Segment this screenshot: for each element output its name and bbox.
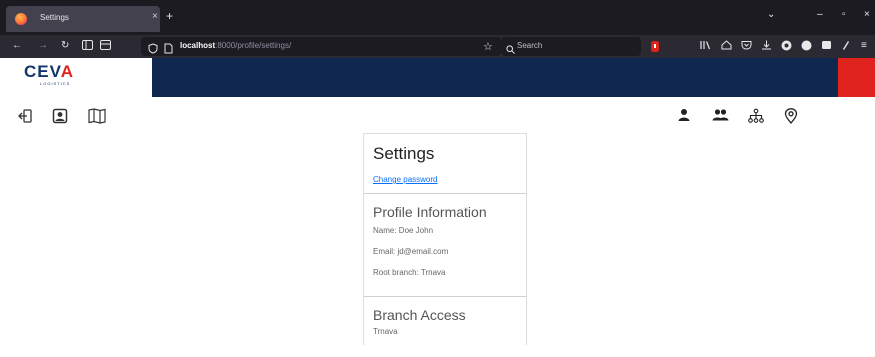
window-close-icon[interactable]: ×: [864, 9, 870, 20]
page-icon[interactable]: [164, 41, 173, 59]
settings-card: Settings Change password Profile Informa…: [363, 133, 527, 345]
restore-icon[interactable]: ▫: [842, 9, 846, 20]
account-icon[interactable]: [781, 40, 792, 55]
users-icon[interactable]: [712, 108, 729, 124]
hierarchy-icon[interactable]: [748, 108, 764, 124]
bookmark-star-icon[interactable]: ☆: [483, 40, 493, 53]
profile-information-heading: Profile Information: [373, 204, 487, 220]
sidebar-icon[interactable]: [82, 40, 93, 54]
tab-title: Settings: [40, 13, 69, 22]
library-icon[interactable]: [700, 40, 711, 54]
map-icon[interactable]: [88, 108, 106, 124]
logout-icon[interactable]: [17, 108, 33, 124]
list-all-tabs-icon[interactable]: ⌄: [767, 9, 775, 20]
logo-text-a: CEV: [24, 62, 61, 81]
profile-email: Email: jd@email.com: [373, 247, 449, 256]
branch-access-heading: Branch Access: [373, 307, 466, 323]
minimize-icon[interactable]: –: [817, 9, 823, 20]
shield-icon[interactable]: [148, 41, 158, 59]
branch-access-section: Branch Access Trnava: [364, 297, 526, 357]
browser-tab-bar: Settings × + ⌄ – ▫ ×: [0, 0, 875, 35]
profile-icon[interactable]: [52, 108, 68, 124]
extension-square-icon[interactable]: [821, 40, 832, 54]
settings-section: Settings Change password: [364, 134, 526, 194]
tab-close-icon[interactable]: ×: [152, 11, 158, 22]
new-tab-button[interactable]: +: [166, 9, 173, 23]
logo-subtitle: LOGISTICS: [40, 81, 71, 86]
search-icon: [506, 41, 515, 59]
profile-name: Name: Doe John: [373, 226, 434, 235]
site-header: CEVA LOGISTICS: [0, 58, 875, 97]
settings-title: Settings: [373, 144, 435, 163]
header-accent: [838, 58, 875, 97]
back-icon[interactable]: ←: [12, 40, 22, 52]
tab-manager-icon[interactable]: [100, 40, 111, 54]
search-placeholder: Search: [517, 41, 543, 50]
extension-circle-icon[interactable]: [801, 40, 812, 55]
browser-nav-bar: ← → ↻ localhost:8000/profile/settings/ ☆…: [0, 35, 875, 58]
profile-information-section: Profile Information Name: Doe John Email…: [364, 194, 526, 297]
home-icon[interactable]: [721, 40, 732, 54]
forward-icon[interactable]: →: [38, 40, 48, 52]
firefox-icon: [15, 13, 27, 25]
branch-item: Trnava: [373, 327, 398, 336]
profile-root-branch: Root branch: Trnava: [373, 268, 446, 277]
search-bar[interactable]: Search: [501, 37, 641, 56]
extension-red-icon[interactable]: [651, 41, 659, 56]
change-password-link[interactable]: Change password: [373, 175, 437, 184]
header-banner: [152, 58, 838, 97]
url-text[interactable]: localhost:8000/profile/settings/: [180, 41, 291, 50]
ceva-logo[interactable]: CEVA LOGISTICS: [24, 63, 84, 89]
pocket-icon[interactable]: [741, 40, 752, 54]
reload-icon[interactable]: ↻: [61, 40, 69, 52]
downloads-icon[interactable]: [761, 40, 772, 54]
browser-tab-settings[interactable]: Settings ×: [6, 6, 160, 32]
location-pin-icon[interactable]: [784, 108, 800, 124]
url-bar[interactable]: localhost:8000/profile/settings/ ☆: [141, 37, 501, 56]
app-menu-icon[interactable]: ≡: [861, 40, 867, 52]
extensions-puzzle-icon[interactable]: [841, 40, 850, 54]
logo-text-b: A: [60, 62, 74, 81]
user-icon[interactable]: [677, 108, 693, 124]
